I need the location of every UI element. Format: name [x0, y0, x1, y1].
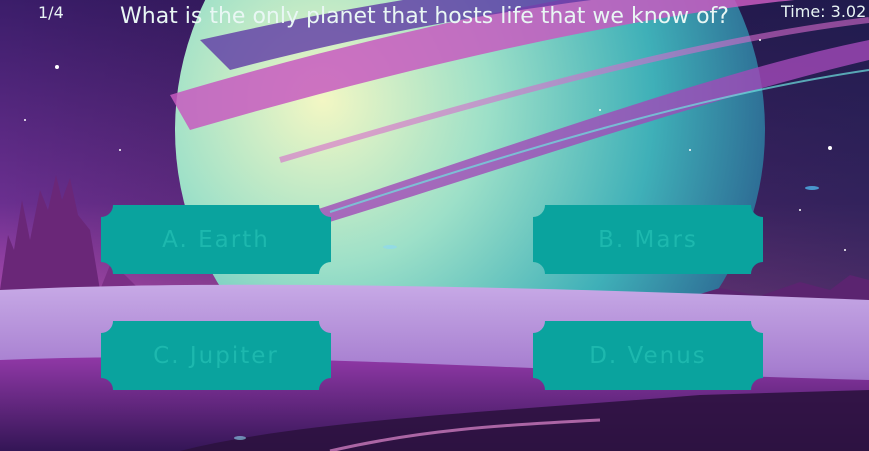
- answer-label: A. Earth: [162, 226, 270, 253]
- answer-button-c[interactable]: C. Jupiter: [101, 321, 331, 390]
- timer: Time: 3.02: [781, 2, 867, 21]
- question-counter: 1/4: [38, 3, 64, 22]
- answer-button-b[interactable]: B. Mars: [533, 205, 763, 274]
- answer-label: D. Venus: [589, 342, 707, 369]
- answer-label: B. Mars: [598, 226, 698, 253]
- answer-button-d[interactable]: D. Venus: [533, 321, 763, 390]
- answer-label: C. Jupiter: [153, 342, 279, 369]
- question-text: What is the only planet that hosts life …: [120, 4, 729, 29]
- answer-button-a[interactable]: A. Earth: [101, 205, 331, 274]
